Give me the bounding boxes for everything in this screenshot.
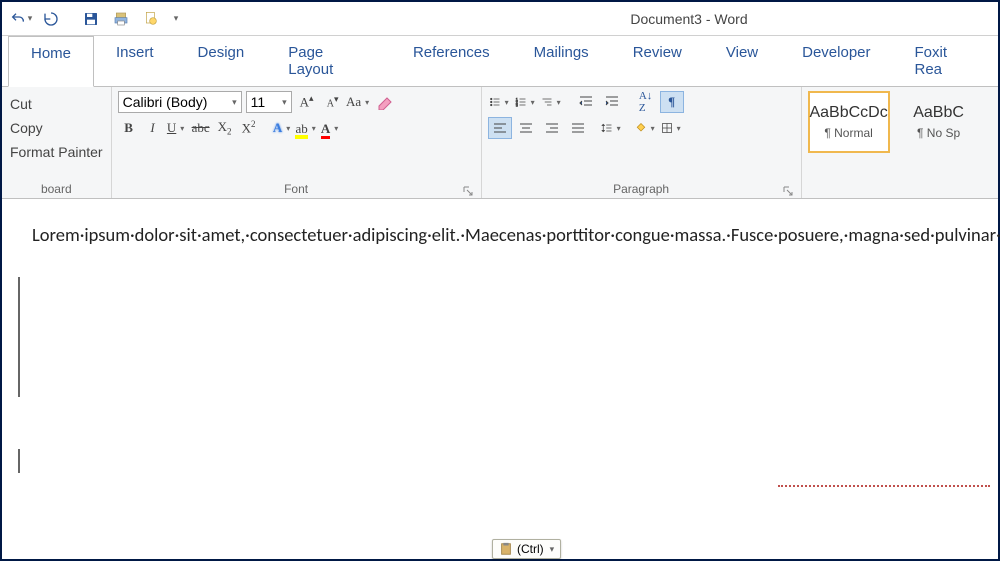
justify-button[interactable]	[566, 117, 590, 139]
dialog-launcher-icon[interactable]	[782, 185, 794, 197]
text-effects-button[interactable]: A▾	[272, 117, 294, 139]
bold-button[interactable]: B	[118, 117, 140, 139]
align-right-button[interactable]	[540, 117, 564, 139]
italic-button[interactable]: I	[142, 117, 164, 139]
svg-text:3: 3	[515, 103, 517, 107]
group-paragraph: ▾ 123▾ ▾ A↓Z ¶ ▾ ▾ ▾ Par	[482, 87, 802, 198]
group-label-font: Font	[118, 180, 475, 198]
sort-button[interactable]: A↓Z	[634, 91, 658, 113]
group-styles: AaBbCcDc ¶ Normal AaBbC ¶ No Sp	[802, 87, 998, 198]
ribbon: Cut Copy Format Painter board Calibri (B…	[2, 87, 998, 199]
change-bar	[18, 277, 20, 397]
line-spacing-button[interactable]: ▾	[600, 117, 624, 139]
shading-button[interactable]: ▾	[634, 117, 658, 139]
tab-view[interactable]: View	[704, 36, 780, 86]
tab-design[interactable]: Design	[176, 36, 267, 86]
document-paragraph[interactable]: Lorem·ipsum·dolor·sit·amet,·consectetuer…	[32, 221, 968, 250]
style-name: ¶ No Sp	[917, 126, 960, 140]
font-color-button[interactable]: A▾	[320, 117, 342, 139]
dialog-launcher-icon[interactable]	[462, 185, 474, 197]
group-font: Calibri (Body) ▾ 11 ▾ A▴ A▾ Aa▾ B I U▾ a…	[112, 87, 482, 198]
paste-options-label: (Ctrl)	[517, 542, 544, 556]
shrink-font-button[interactable]: A▾	[322, 91, 344, 113]
tab-review[interactable]: Review	[611, 36, 704, 86]
format-painter-button[interactable]: Format Painter	[8, 143, 105, 161]
increase-indent-button[interactable]	[600, 91, 624, 113]
font-name-combo[interactable]: Calibri (Body) ▾	[118, 91, 242, 113]
chevron-down-icon: ▾	[174, 13, 179, 24]
decrease-indent-button[interactable]	[574, 91, 598, 113]
tab-developer[interactable]: Developer	[780, 36, 892, 86]
tab-references[interactable]: References	[391, 36, 512, 86]
style-preview: AaBbCcDc	[809, 104, 887, 122]
subscript-button[interactable]: X2	[214, 117, 236, 139]
quickprint-button[interactable]	[108, 6, 134, 32]
clipboard-icon	[499, 542, 513, 556]
font-size-value: 11	[251, 94, 266, 110]
numbering-button[interactable]: 123▾	[514, 91, 538, 113]
underline-button[interactable]: U▾	[166, 117, 188, 139]
chevron-down-icon: ▾	[282, 97, 287, 108]
show-hide-button[interactable]: ¶	[660, 91, 684, 113]
align-center-button[interactable]	[514, 117, 538, 139]
chevron-down-icon[interactable]: ▾	[28, 13, 33, 24]
superscript-button[interactable]: X2	[238, 117, 260, 139]
group-label-paragraph: Paragraph	[488, 180, 795, 198]
style-normal[interactable]: AaBbCcDc ¶ Normal	[808, 91, 890, 153]
multilevel-list-button[interactable]: ▾	[540, 91, 564, 113]
qat-customize-button[interactable]: ▾	[168, 6, 182, 32]
strikethrough-button[interactable]: abc	[190, 117, 212, 139]
save-button[interactable]	[78, 6, 104, 32]
borders-button[interactable]: ▾	[660, 117, 684, 139]
clear-formatting-button[interactable]	[374, 91, 396, 113]
change-case-button[interactable]: Aa▾	[348, 91, 370, 113]
title-bar: ▾ ▾ Document3 - Word	[2, 2, 998, 36]
tab-page-layout[interactable]: Page Layout	[266, 36, 391, 86]
tab-mailings[interactable]: Mailings	[512, 36, 611, 86]
style-no-spacing[interactable]: AaBbC ¶ No Sp	[898, 91, 980, 153]
chevron-down-icon: ▾	[232, 97, 237, 108]
document-area[interactable]: Lorem·ipsum·dolor·sit·amet,·consectetuer…	[2, 199, 998, 250]
font-size-combo[interactable]: 11 ▾	[246, 91, 292, 113]
style-name: ¶ Normal	[824, 126, 872, 140]
tab-home[interactable]: Home	[8, 36, 94, 87]
copy-button[interactable]: Copy	[8, 119, 45, 137]
group-label-clipboard: board	[8, 180, 105, 198]
repeat-button[interactable]	[38, 6, 64, 32]
moved-content-line	[778, 485, 990, 487]
change-bar	[18, 449, 20, 473]
font-name-value: Calibri (Body)	[123, 94, 208, 110]
new-doc-button[interactable]	[138, 6, 164, 32]
tab-insert[interactable]: Insert	[94, 36, 176, 86]
grow-font-button[interactable]: A▴	[296, 91, 318, 113]
bullets-button[interactable]: ▾	[488, 91, 512, 113]
ribbon-tabs: Home Insert Design Page Layout Reference…	[2, 36, 998, 87]
document-title: Document3 - Word	[386, 11, 992, 27]
undo-button[interactable]: ▾	[8, 6, 34, 32]
tab-foxit[interactable]: Foxit Rea	[893, 36, 999, 86]
style-preview: AaBbC	[913, 104, 964, 122]
align-left-button[interactable]	[488, 117, 512, 139]
paste-options-button[interactable]: (Ctrl) ▾	[492, 539, 561, 559]
cut-button[interactable]: Cut	[8, 95, 34, 113]
group-clipboard: Cut Copy Format Painter board	[2, 87, 112, 198]
chevron-down-icon: ▾	[550, 544, 555, 555]
highlight-button[interactable]: ab▾	[296, 117, 318, 139]
